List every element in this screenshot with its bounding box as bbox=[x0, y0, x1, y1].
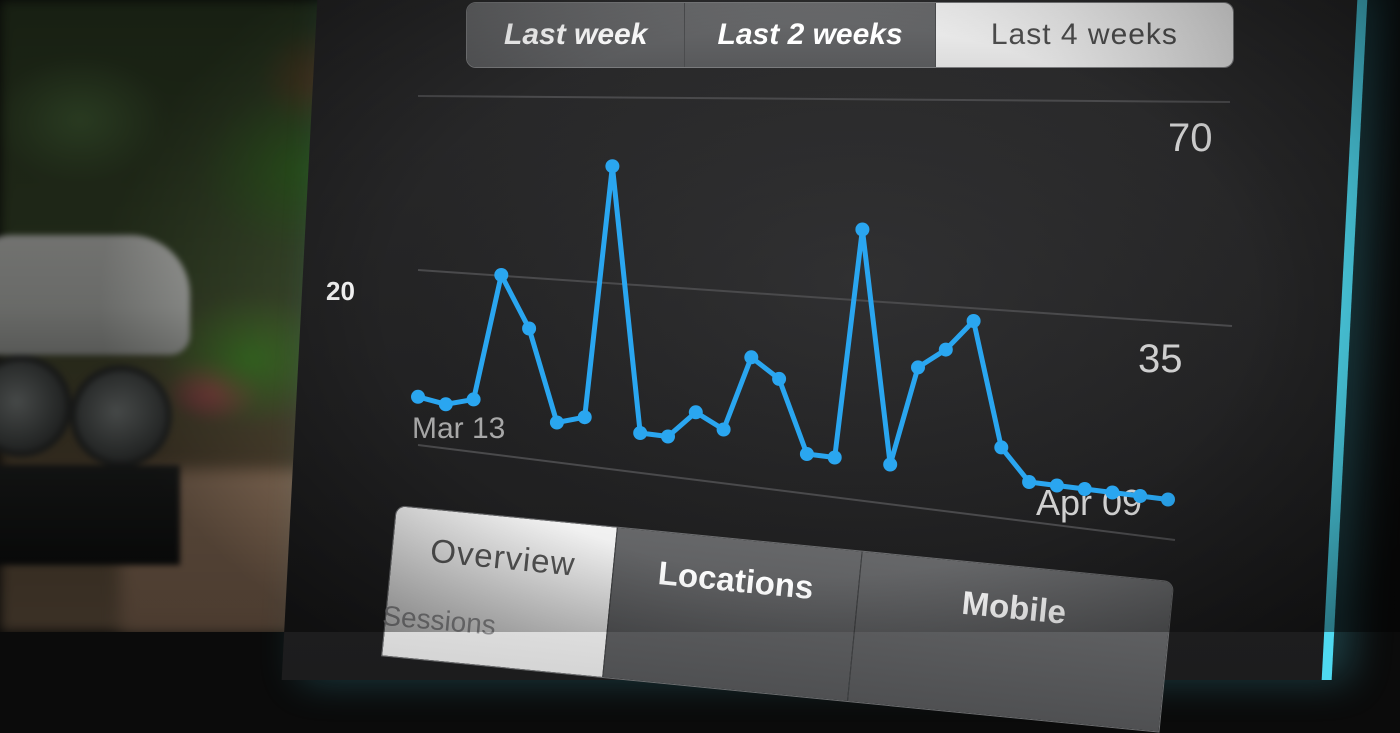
data-point[interactable] bbox=[772, 371, 787, 386]
tab-mobile-label: Mobile bbox=[960, 583, 1068, 631]
tab-locations[interactable]: Locations bbox=[603, 527, 863, 702]
tab-locations-label: Locations bbox=[656, 553, 816, 607]
grid-line bbox=[417, 269, 1233, 327]
data-point[interactable] bbox=[911, 360, 925, 375]
data-point[interactable] bbox=[827, 450, 842, 465]
data-point[interactable] bbox=[688, 405, 703, 420]
data-point[interactable] bbox=[661, 429, 675, 444]
data-point[interactable] bbox=[549, 415, 564, 430]
data-point[interactable] bbox=[966, 314, 981, 328]
data-point[interactable] bbox=[1077, 482, 1092, 496]
data-point[interactable] bbox=[466, 392, 481, 407]
data-point[interactable] bbox=[494, 268, 509, 282]
tab-overview[interactable]: Overview bbox=[382, 506, 618, 678]
data-point[interactable] bbox=[744, 350, 759, 365]
data-point[interactable] bbox=[994, 440, 1009, 455]
data-point[interactable] bbox=[883, 457, 898, 472]
data-point[interactable] bbox=[799, 447, 814, 461]
data-point[interactable] bbox=[522, 321, 537, 336]
data-point[interactable] bbox=[577, 410, 592, 425]
data-point[interactable] bbox=[1022, 475, 1037, 489]
data-point[interactable] bbox=[1049, 478, 1064, 493]
tab-mobile[interactable]: Mobile bbox=[848, 551, 1174, 732]
data-point[interactable] bbox=[633, 426, 648, 440]
data-point[interactable] bbox=[938, 342, 953, 357]
data-point[interactable] bbox=[411, 389, 425, 404]
y-tick-70: 70 bbox=[1168, 116, 1213, 160]
tab-overview-label: Overview bbox=[428, 531, 578, 583]
chart-grid bbox=[417, 95, 1233, 541]
data-point[interactable] bbox=[438, 397, 453, 412]
x-label-start: Mar 13 bbox=[412, 412, 505, 445]
data-point[interactable] bbox=[1105, 485, 1120, 500]
y-tick-35: 35 bbox=[1138, 337, 1183, 381]
data-point[interactable] bbox=[855, 222, 870, 237]
grid-line bbox=[417, 95, 1231, 103]
data-point[interactable] bbox=[1133, 489, 1148, 503]
data-point[interactable] bbox=[1161, 492, 1175, 507]
chart-series bbox=[411, 159, 1175, 507]
data-point[interactable] bbox=[716, 422, 731, 437]
data-point[interactable] bbox=[605, 159, 620, 174]
